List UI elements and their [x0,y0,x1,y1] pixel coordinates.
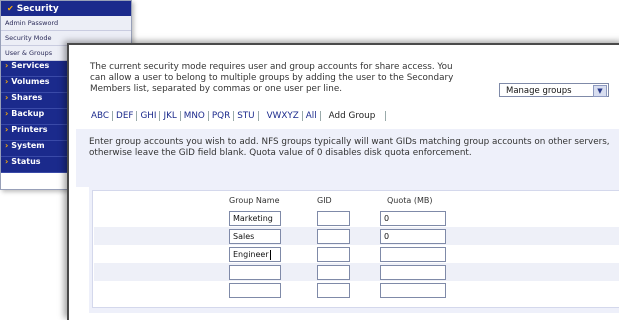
manage-groups-select[interactable]: Manage groups ▼ [499,83,609,97]
chevron-right-icon: › [5,61,9,70]
tab-mno[interactable]: MNO [180,111,209,121]
gid-input[interactable] [317,211,350,226]
tab-vwxyz[interactable]: VWXYZ [258,111,303,121]
quota-input[interactable]: 0 [380,229,446,244]
letter-tabs: ABC DEF GHI JKL MNO PQR STU VWXYZ All Add Group [88,111,387,121]
tab-stu[interactable]: STU [234,111,259,121]
sidebar-item-label: Shares [11,93,43,102]
chevron-right-icon: › [5,77,9,86]
group-name-input[interactable]: Sales [229,229,281,244]
gid-input[interactable] [317,283,350,298]
content-panel: The current security mode requires user … [67,43,619,320]
group-name-input[interactable]: Engineer [229,247,281,262]
chevron-right-icon: › [5,109,9,118]
gid-input[interactable] [317,265,350,280]
table-row [94,263,619,281]
intro-text: The current security mode requires user … [90,62,454,94]
table-row: Marketing 0 [94,209,619,227]
add-group-form: Group Name GID Quota (MB) Marketing 0 Sa… [89,183,619,313]
sidebar-item-admin-password[interactable]: Admin Password [1,16,131,31]
quota-input[interactable] [380,265,446,280]
chevron-right-icon: › [5,93,9,102]
group-table: Group Name GID Quota (MB) Marketing 0 Sa… [92,190,619,308]
tab-all[interactable]: All [302,111,321,121]
table-row: Engineer [94,245,619,263]
table-row [94,281,619,299]
tab-pqr[interactable]: PQR [208,111,235,121]
text-cursor [269,249,271,260]
instructions-text: Enter group accounts you wish to add. NF… [89,137,610,158]
column-header-quota: Quota (MB) [387,196,433,205]
chevron-down-icon: ✔ [7,4,14,13]
quota-input[interactable]: 0 [380,211,446,226]
group-name-value: Engineer [233,250,269,259]
column-header-gid: GID [317,196,332,205]
nav-section-security[interactable]: ✔ Security [1,1,131,16]
tab-def[interactable]: DEF [113,111,138,121]
tab-ghi[interactable]: GHI [137,111,161,121]
gid-input[interactable] [317,247,350,262]
quota-input[interactable] [380,283,446,298]
chevron-right-icon: › [5,157,9,166]
group-name-input[interactable] [229,283,281,298]
tab-add-group[interactable]: Add Group [320,111,387,121]
table-row: Sales 0 [94,227,619,245]
sidebar-item-label: Backup [11,109,45,118]
group-name-input[interactable] [229,265,281,280]
tab-abc[interactable]: ABC [88,111,114,121]
instructions-box: Enter group accounts you wish to add. NF… [76,129,619,187]
manage-groups-value: Manage groups [506,86,572,96]
sidebar-item-label: System [11,141,45,150]
quota-input[interactable] [380,247,446,262]
nav-section-label: Security [16,4,59,14]
sidebar-item-label: Status [11,157,41,166]
sidebar-item-label: Services [11,61,50,70]
sidebar-item-label: Printers [11,125,48,134]
group-name-input[interactable]: Marketing [229,211,281,226]
chevron-right-icon: › [5,125,9,134]
gid-input[interactable] [317,229,350,244]
column-header-group-name: Group Name [229,196,280,205]
sidebar-item-label: Volumes [11,77,50,86]
chevron-down-icon[interactable]: ▼ [593,85,607,97]
tab-jkl[interactable]: JKL [160,111,181,121]
chevron-right-icon: › [5,141,9,150]
